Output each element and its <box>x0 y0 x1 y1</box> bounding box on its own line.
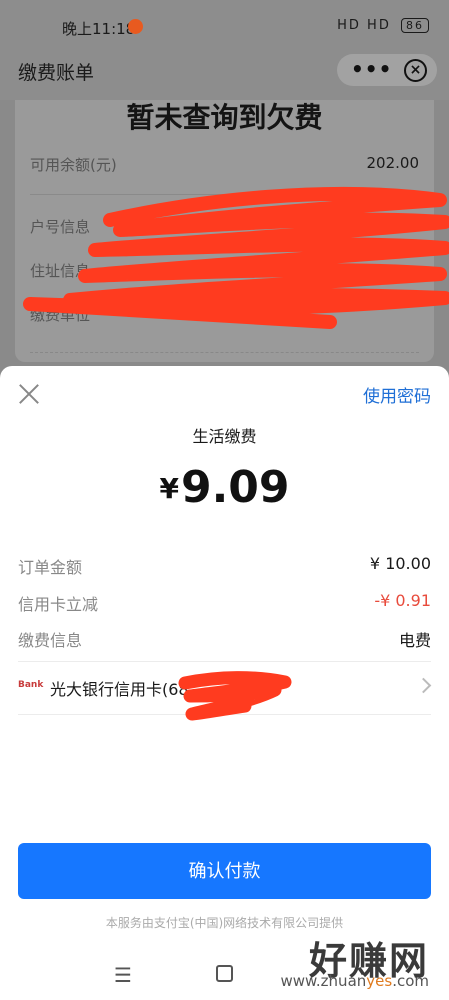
divider <box>18 661 431 662</box>
service-footnote: 本服务由支付宝(中国)网络技术有限公司提供 <box>105 916 344 930</box>
unit-label: 缴费单位 <box>30 306 91 324</box>
page-title: 缴费账单 <box>18 62 95 84</box>
balance-label: 可用余额(元) <box>30 156 117 174</box>
payment-amount: ¥9.09 <box>0 462 449 513</box>
payment-info-label: 缴费信息 <box>18 631 83 650</box>
mini-app-capsule: ••• × <box>337 54 437 86</box>
bank-logo-icon: Bank <box>18 680 44 690</box>
discount-row: 信用卡立减 -¥ 0.91 <box>18 591 431 615</box>
status-time: 晚上11:18 <box>62 20 136 38</box>
account-row: 户号信息 <box>30 216 419 237</box>
payment-info-row: 缴费信息 电费 <box>18 627 431 651</box>
payment-info-value: 电费 <box>398 631 431 650</box>
watermark-url: www.zhuanyes.com <box>280 972 429 990</box>
status-icons: HD HD 86 <box>337 18 429 33</box>
divider <box>30 194 419 195</box>
discount-value: -¥ 0.91 <box>374 591 431 610</box>
close-icon[interactable]: × <box>404 59 427 82</box>
divider <box>18 714 431 715</box>
balance-value: 202.00 <box>366 154 420 172</box>
status-indicators: HD HD <box>337 18 391 33</box>
order-amount-label: 订单金额 <box>18 558 83 577</box>
account-label: 户号信息 <box>30 218 91 236</box>
chevron-right-icon <box>415 677 432 694</box>
payment-method-label: 光大银行信用卡(68 <box>50 680 189 699</box>
payment-sheet: 使用密码 生活缴费 ¥9.09 订单金额 ¥ 10.00 信用卡立减 -¥ 0.… <box>0 366 449 1000</box>
bill-card: 暂未查询到欠费 可用余额(元) 202.00 户号信息 住址信息 缴费单位 <box>15 100 434 362</box>
home-icon[interactable] <box>216 965 233 982</box>
amount-value: 9.09 <box>180 462 290 513</box>
address-row: 住址信息 <box>30 260 419 281</box>
payment-subtitle: 生活缴费 <box>192 427 257 446</box>
address-label: 住址信息 <box>30 262 91 280</box>
order-amount-value: ¥ 10.00 <box>369 554 431 573</box>
use-password-link[interactable]: 使用密码 <box>363 382 431 407</box>
currency-symbol: ¥ <box>159 472 179 505</box>
watermark: 好赚网 www.zhuanyes.com <box>280 930 429 990</box>
discount-label: 信用卡立减 <box>18 595 99 614</box>
title-bar: 缴费账单 ••• × <box>0 44 449 100</box>
bill-heading: 暂未查询到欠费 <box>126 101 323 134</box>
unit-row: 缴费单位 <box>30 304 419 325</box>
more-icon[interactable]: ••• <box>351 57 392 81</box>
order-amount-row: 订单金额 ¥ 10.00 <box>18 554 431 578</box>
confirm-payment-button[interactable]: 确认付款 <box>18 843 431 899</box>
alarm-app-icon <box>128 19 143 34</box>
battery-icon: 86 <box>401 18 429 33</box>
status-bar: 晚上11:18 HD HD 86 <box>0 0 449 44</box>
menu-icon[interactable]: ☰ <box>114 963 132 987</box>
balance-row: 可用余额(元) 202.00 <box>30 154 419 175</box>
payment-method-row[interactable]: Bank 光大银行信用卡(68 <box>18 672 432 712</box>
close-icon[interactable] <box>18 383 40 405</box>
dashed-divider <box>30 352 419 353</box>
